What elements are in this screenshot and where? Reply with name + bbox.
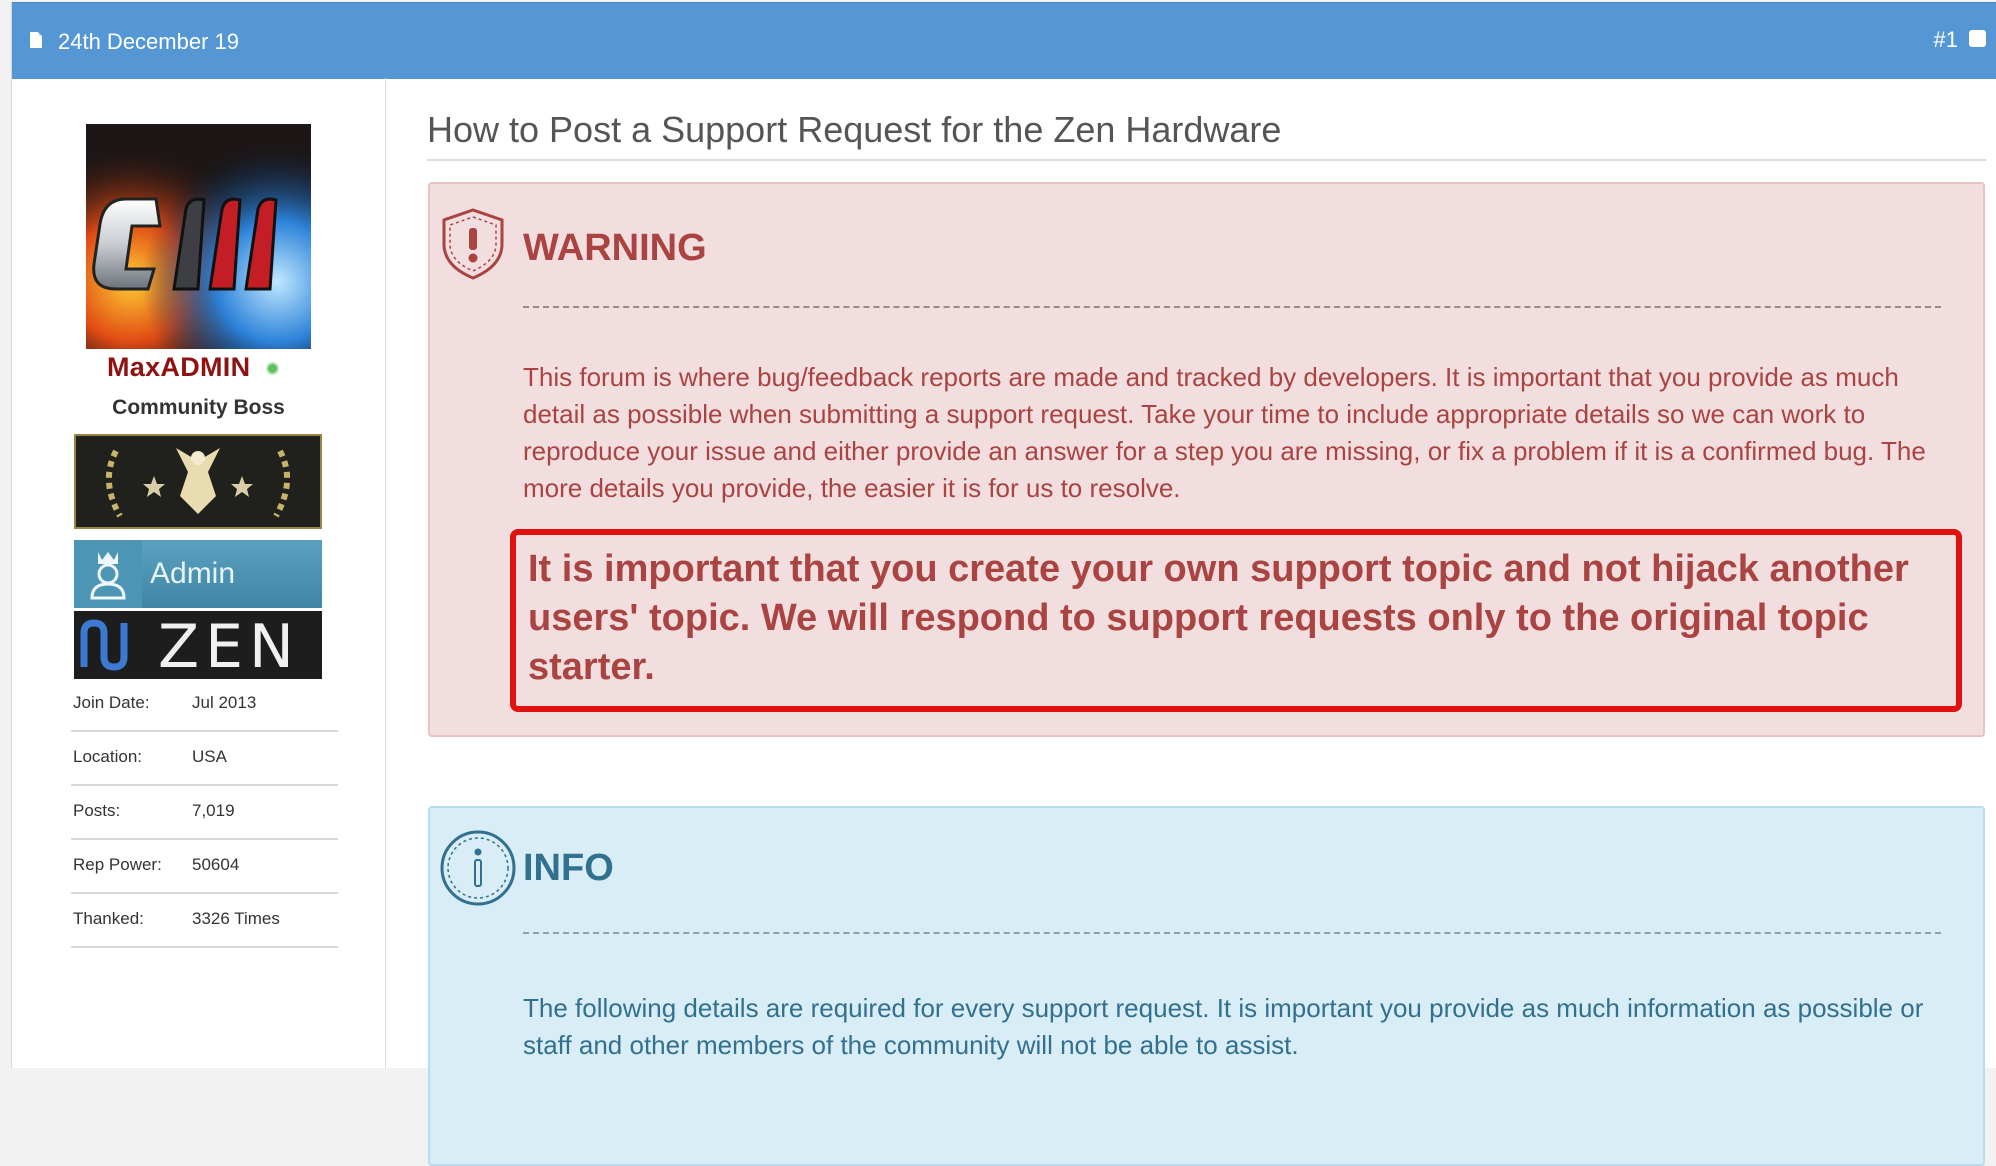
warning-box: WARNING This forum is where bug/feedback… [428,182,1985,737]
stat-value: 3326 Times [192,909,280,928]
warning-body: This forum is where bug/feedback reports… [523,362,1926,503]
warning-callout-text: It is important that you create your own… [528,548,1909,688]
user-title: Community Boss [112,396,285,419]
info-heading: INFO [523,847,614,889]
info-divider [523,932,1941,934]
stat-label: Thanked: [73,909,144,928]
stat-label: Location: [73,747,142,766]
stat-label: Join Date: [73,693,150,712]
stat-posts: Posts: 7,019 [71,786,338,840]
user-info-sidebar: MaxADMIN Community Boss Admin ZEN Join D… [12,78,386,1068]
info-circle-icon [440,830,516,906]
forum-post: 24th December 19 #1 MaxADMIN Community B… [11,2,1996,1166]
zen-badge: ZEN [74,611,322,679]
eagle-rank-icon [74,434,322,529]
stat-join-date: Join Date: Jul 2013 [71,678,338,732]
post-date: 24th December 19 [58,29,239,54]
admin-badge: Admin [74,540,322,608]
select-post-checkbox[interactable] [1969,30,1986,47]
stat-location: Location: USA [71,732,338,786]
post-number-link[interactable]: #1 [1934,25,1958,55]
stat-rep-power: Rep Power: 50604 [71,840,338,894]
stat-label: Posts: [73,801,121,820]
username-link[interactable]: MaxADMIN [107,350,250,384]
zen-badge-label: ZEN [158,612,300,682]
online-status-icon [266,362,279,375]
stat-value: 7,019 [192,801,235,820]
title-divider [427,159,1986,161]
warning-callout: It is important that you create your own… [510,529,1962,712]
avatar[interactable] [86,124,311,349]
info-box: INFO The following details are required … [428,806,1985,1166]
document-icon [30,32,42,48]
info-body: The following details are required for e… [523,993,1924,1060]
stat-value: Jul 2013 [192,693,257,712]
post-title: How to Post a Support Request for the Ze… [427,109,1282,150]
stat-value: USA [192,747,227,766]
shield-warning-icon [442,208,504,280]
avatar-cm-logo-icon [86,124,311,349]
zen-logo-icon [80,619,128,671]
warning-divider [523,306,1941,308]
stat-label: Rep Power: [73,855,162,874]
post-header: 24th December 19 #1 [12,2,1996,79]
warning-heading: WARNING [523,227,707,269]
admin-badge-label: Admin [150,557,236,590]
stat-thanked: Thanked: 3326 Times [71,894,338,948]
crown-user-icon [74,540,142,608]
user-stats-list: Join Date: Jul 2013 Location: USA Posts:… [71,678,338,948]
stat-value: 50604 [192,855,240,874]
